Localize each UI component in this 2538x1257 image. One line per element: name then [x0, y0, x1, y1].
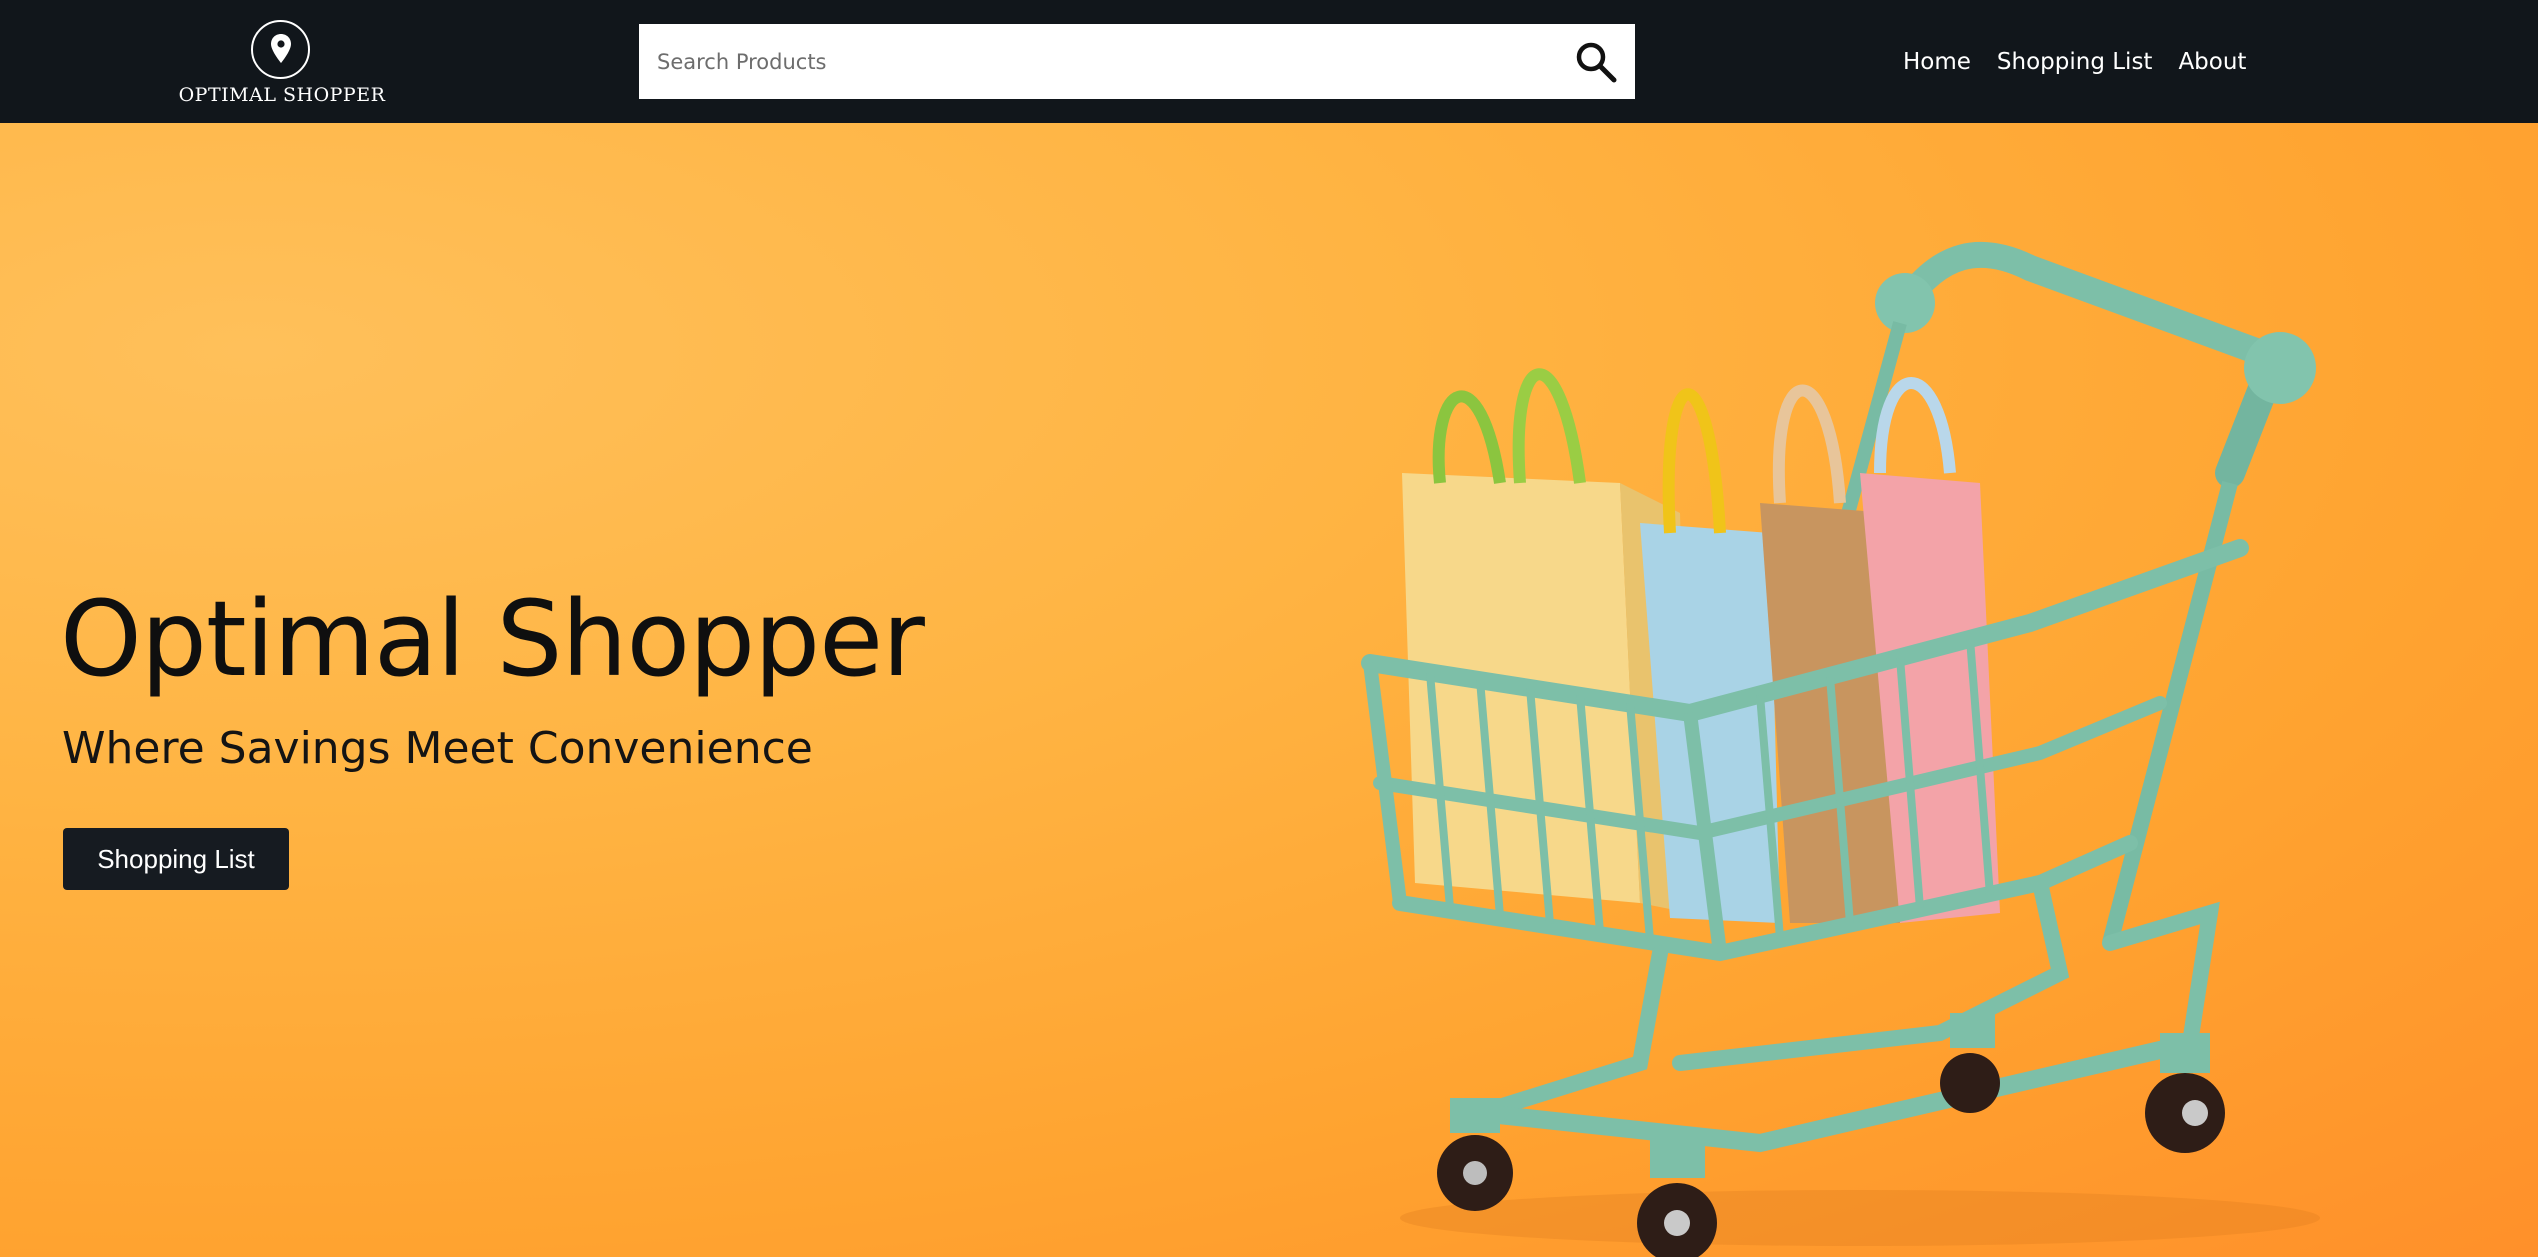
hero-title: Optimal Shopper — [60, 578, 925, 700]
location-pin-icon — [271, 34, 291, 63]
search-bar — [639, 24, 1635, 99]
nav-about-link[interactable]: About — [2165, 40, 2259, 84]
logo-text: OPTIMAL SHOPPER — [178, 84, 386, 106]
logo-circle — [251, 20, 310, 79]
search-button[interactable] — [1572, 38, 1620, 86]
nav-shopping-list-link[interactable]: Shopping List — [1984, 40, 2166, 84]
search-input[interactable] — [639, 24, 1559, 99]
hero-section: Optimal Shopper Where Savings Meet Conve… — [0, 123, 2538, 1257]
logo[interactable]: OPTIMAL SHOPPER — [168, 18, 396, 110]
nav-links: Home Shopping List About — [1890, 40, 2259, 84]
search-icon — [1576, 42, 1617, 83]
shopping-list-button[interactable]: Shopping List — [63, 828, 289, 890]
navbar: OPTIMAL SHOPPER Home Shopping List About — [0, 0, 2538, 123]
shopping-cart-image — [1361, 241, 2320, 1257]
hero-subtitle: Where Savings Meet Convenience — [62, 723, 813, 774]
nav-home-link[interactable]: Home — [1890, 40, 1984, 84]
